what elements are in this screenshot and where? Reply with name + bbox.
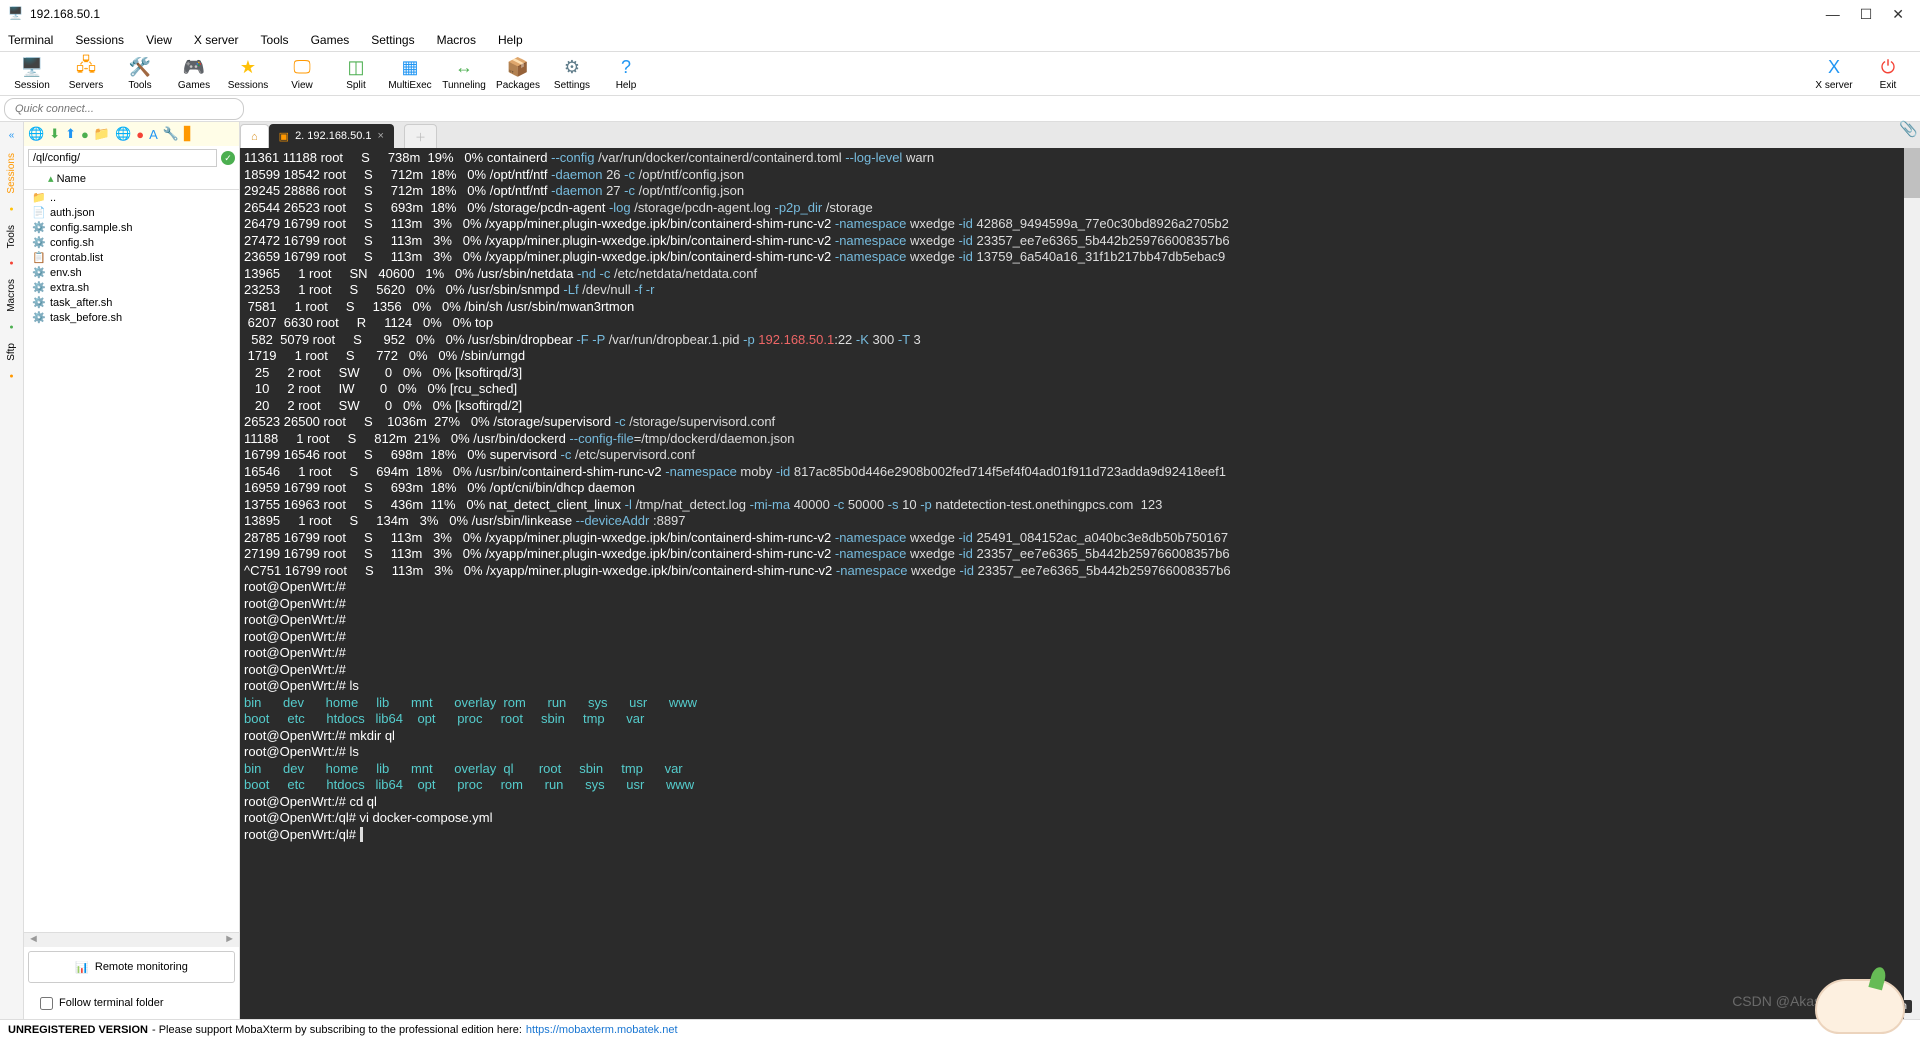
close-button[interactable]: ✕ <box>1892 6 1904 23</box>
toolbar-split[interactable]: ◫Split <box>330 57 382 91</box>
file-item[interactable]: ⚙️config.sample.sh <box>24 220 239 235</box>
toolbar-exit[interactable]: ⏻Exit <box>1862 57 1914 91</box>
toolbar-servers[interactable]: 🖧Servers <box>60 57 112 91</box>
remote-monitoring-button[interactable]: 📊Remote monitoring <box>28 951 235 983</box>
file-item[interactable]: ⚙️task_before.sh <box>24 310 239 325</box>
toolbar-session[interactable]: 🖥️Session <box>6 57 58 91</box>
toolbar-settings[interactable]: ⚙Settings <box>546 57 598 91</box>
close-tab-icon[interactable]: × <box>378 130 384 142</box>
session-tab[interactable]: ▣2. 192.168.50.1× <box>269 124 394 148</box>
file-toolbar: 🌐⬇⬆ ●📁🌐 ●A🔧 ▋ <box>24 122 239 146</box>
path-input[interactable] <box>28 149 217 167</box>
sidetab-macros[interactable]: Macros <box>6 279 17 312</box>
window-title: 192.168.50.1 <box>30 7 1826 21</box>
menu-macros[interactable]: Macros <box>437 33 476 47</box>
menu-xserver[interactable]: X server <box>194 33 239 47</box>
home-tab[interactable]: ⌂ <box>240 124 269 148</box>
menu-sessions[interactable]: Sessions <box>75 33 124 47</box>
menu-games[interactable]: Games <box>311 33 350 47</box>
toolbar-packages[interactable]: 📦Packages <box>492 57 544 91</box>
toolbar-help[interactable]: ?Help <box>600 57 652 91</box>
toolbar-games[interactable]: 🎮Games <box>168 57 220 91</box>
file-column-name: Name <box>57 173 86 185</box>
app-icon: 🖥️ <box>8 6 24 22</box>
menu-tools[interactable]: Tools <box>261 33 289 47</box>
file-item[interactable]: 📋crontab.list <box>24 250 239 265</box>
file-item[interactable]: ⚙️task_after.sh <box>24 295 239 310</box>
scrollbar[interactable] <box>1904 148 1920 1019</box>
menu-view[interactable]: View <box>146 33 172 47</box>
expand-icon[interactable]: « <box>9 130 15 141</box>
toolbar-view[interactable]: 🖵View <box>276 57 328 91</box>
toolbar-sessions[interactable]: ★Sessions <box>222 57 274 91</box>
menu-settings[interactable]: Settings <box>371 33 414 47</box>
file-item[interactable]: ⚙️env.sh <box>24 265 239 280</box>
sidetab-sessions[interactable]: Sessions <box>6 153 17 194</box>
menu-terminal[interactable]: Terminal <box>8 33 53 47</box>
minimize-button[interactable]: — <box>1826 6 1840 23</box>
menu-help[interactable]: Help <box>498 33 523 47</box>
status-link[interactable]: https://mobaxterm.mobatek.net <box>526 1024 678 1036</box>
maximize-button[interactable]: ☐ <box>1860 6 1873 23</box>
pin-icon[interactable]: 📎 <box>1899 120 1918 138</box>
terminal-output[interactable]: 11361 11188 root S 738m 19% 0% container… <box>240 148 1920 1019</box>
file-item[interactable]: ⚙️config.sh <box>24 235 239 250</box>
follow-terminal-checkbox[interactable] <box>40 997 53 1010</box>
mascot-icon <box>1815 979 1905 1034</box>
file-updir[interactable]: 📁.. <box>24 190 239 205</box>
file-item[interactable]: ⚙️extra.sh <box>24 280 239 295</box>
sidetab-tools[interactable]: Tools <box>6 225 17 248</box>
follow-terminal-label: Follow terminal folder <box>59 997 164 1009</box>
quick-connect-input[interactable] <box>4 98 244 120</box>
status-unregistered: UNREGISTERED VERSION <box>8 1024 148 1036</box>
check-icon: ✓ <box>221 151 235 165</box>
status-text: - Please support MobaXterm by subscribin… <box>152 1024 522 1036</box>
toolbar-x server[interactable]: XX server <box>1808 57 1860 91</box>
file-item[interactable]: 📄auth.json <box>24 205 239 220</box>
sidetab-sftp[interactable]: Sftp <box>6 343 17 361</box>
toolbar-tunneling[interactable]: ↔Tunneling <box>438 57 490 91</box>
toolbar-tools[interactable]: 🛠️Tools <box>114 57 166 91</box>
toolbar-multiexec[interactable]: ▦MultiExec <box>384 57 436 91</box>
new-tab-button[interactable]: ＋ <box>404 124 437 148</box>
